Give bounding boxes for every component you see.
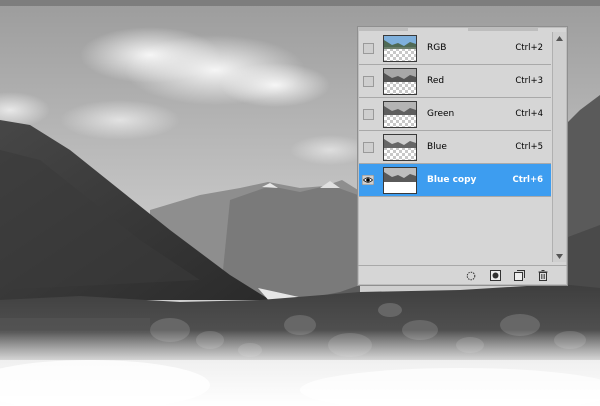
channel-row-blue-copy[interactable]: Blue copy Ctrl+6 [359, 164, 551, 197]
channel-shortcut: Ctrl+2 [515, 43, 543, 53]
new-channel-icon[interactable] [513, 270, 525, 282]
channel-row-rgb[interactable]: RGB Ctrl+2 [359, 32, 551, 65]
visibility-off-box [362, 42, 374, 54]
channel-thumbnail [383, 133, 417, 161]
channel-thumbnail [383, 166, 417, 194]
channel-thumbnail [383, 67, 417, 95]
visibility-toggle[interactable] [359, 32, 377, 65]
channel-name: Green [427, 109, 455, 119]
channel-list: RGB Ctrl+2 Red Ctrl+3 Green Ctrl+4 Blue … [359, 32, 551, 260]
visibility-toggle[interactable] [359, 131, 377, 164]
channel-row-green[interactable]: Green Ctrl+4 [359, 98, 551, 131]
channel-name: Blue [427, 142, 447, 152]
channel-list-scrollbar[interactable] [552, 32, 566, 262]
save-selection-as-channel-icon[interactable] [489, 270, 501, 282]
channel-row-blue[interactable]: Blue Ctrl+5 [359, 131, 551, 164]
channels-panel: RGB Ctrl+2 Red Ctrl+3 Green Ctrl+4 Blue … [357, 26, 568, 286]
channel-name: Blue copy [427, 175, 477, 185]
channel-shortcut: Ctrl+5 [515, 142, 543, 152]
channel-shortcut: Ctrl+4 [515, 109, 543, 119]
channel-shortcut: Ctrl+3 [515, 76, 543, 86]
channel-name: RGB [427, 43, 447, 53]
channels-toolbar [358, 265, 567, 285]
visibility-toggle[interactable] [359, 65, 377, 98]
triangle-down-icon[interactable] [553, 250, 566, 262]
panel-tab[interactable] [468, 27, 538, 31]
load-channel-as-selection-icon[interactable] [465, 270, 477, 282]
visibility-off-box [362, 75, 374, 87]
panel-tab[interactable] [358, 27, 408, 31]
panel-tab-strip [358, 27, 567, 31]
eye-icon[interactable] [359, 164, 377, 197]
visibility-off-box [362, 141, 374, 153]
channel-name: Red [427, 76, 445, 86]
channel-thumbnail [383, 100, 417, 128]
trash-icon[interactable] [537, 270, 549, 282]
visibility-off-box [362, 108, 374, 120]
channel-shortcut: Ctrl+6 [512, 175, 543, 185]
visibility-toggle[interactable] [359, 98, 377, 131]
triangle-up-icon[interactable] [553, 32, 566, 44]
channel-row-red[interactable]: Red Ctrl+3 [359, 65, 551, 98]
channel-thumbnail [383, 34, 417, 62]
